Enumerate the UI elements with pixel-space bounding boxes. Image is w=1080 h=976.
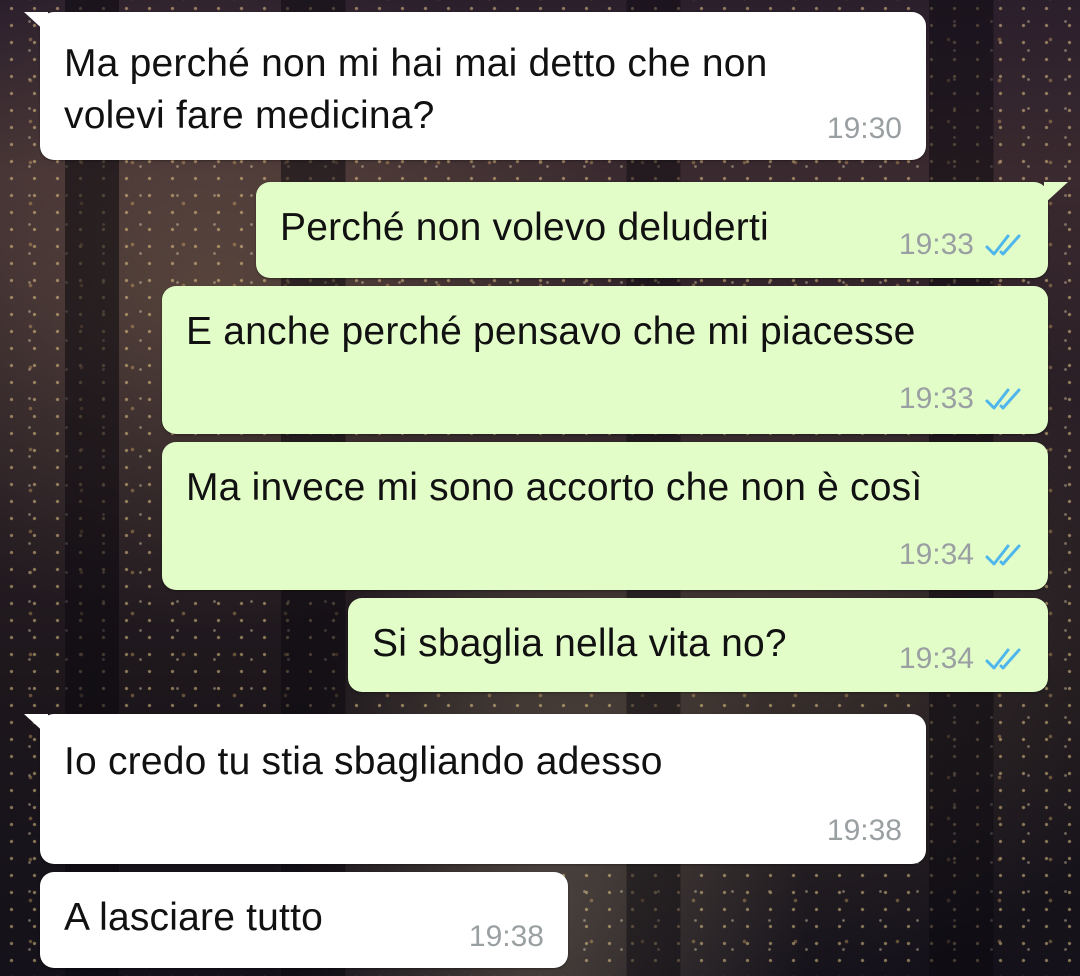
double-check-icon xyxy=(985,648,1021,670)
message-time: 19:34 xyxy=(898,538,974,571)
message-meta: 19:38 xyxy=(469,920,544,954)
message-text: Perché non volevo deluderti xyxy=(280,206,769,249)
message-text: Si sbaglia nella vita no? xyxy=(372,622,787,665)
message-text: Io credo tu stia sbagliando adesso xyxy=(64,740,663,783)
message-meta: 19:34 xyxy=(899,642,1024,676)
message-time: 19:33 xyxy=(898,228,974,261)
message-text-line: Ma perché non mi hai mai detto che non xyxy=(64,42,768,85)
message-text-line: volevi fare medicina? xyxy=(64,94,435,137)
message-meta: 19:34 xyxy=(899,538,1024,572)
message-meta: 19:33 xyxy=(899,382,1024,416)
double-check-icon xyxy=(985,388,1021,410)
message-bubble-outgoing[interactable]: Perché non volevo deluderti 19:33 xyxy=(256,182,1068,278)
message-bubble-incoming[interactable]: Io credo tu stia sbagliando adesso 19:38 xyxy=(24,714,926,864)
message-time: 19:38 xyxy=(826,814,902,847)
double-check-icon xyxy=(985,544,1021,566)
message-meta: 19:30 xyxy=(827,112,902,146)
message-meta: 19:38 xyxy=(827,814,902,848)
message-bubble-incoming[interactable]: Ma perché non mi hai mai detto che non v… xyxy=(24,12,926,160)
message-text: Ma perché non mi hai mai detto che non v… xyxy=(64,38,768,142)
message-text: Ma invece mi sono accorto che non è così xyxy=(186,466,923,509)
message-time: 19:30 xyxy=(826,112,902,145)
message-time: 19:38 xyxy=(468,920,544,953)
bubble-tail xyxy=(1044,182,1068,204)
message-text: E anche perché pensavo che mi piacesse xyxy=(186,310,916,353)
chat-message-list[interactable]: Ma perché non mi hai mai detto che non v… xyxy=(0,0,1080,976)
bubble-tail xyxy=(24,12,48,34)
message-time: 19:34 xyxy=(898,642,974,675)
message-meta: 19:33 xyxy=(899,228,1024,262)
message-bubble-incoming[interactable]: A lasciare tutto 19:38 xyxy=(40,872,568,968)
message-bubble-outgoing[interactable]: Si sbaglia nella vita no? 19:34 xyxy=(348,598,1048,692)
message-time: 19:33 xyxy=(898,382,974,415)
message-bubble-outgoing[interactable]: E anche perché pensavo che mi piacesse 1… xyxy=(162,286,1048,434)
double-check-icon xyxy=(985,234,1021,256)
bubble-tail xyxy=(24,714,48,736)
message-text: A lasciare tutto xyxy=(64,896,324,939)
message-bubble-outgoing[interactable]: Ma invece mi sono accorto che non è così… xyxy=(162,442,1048,590)
